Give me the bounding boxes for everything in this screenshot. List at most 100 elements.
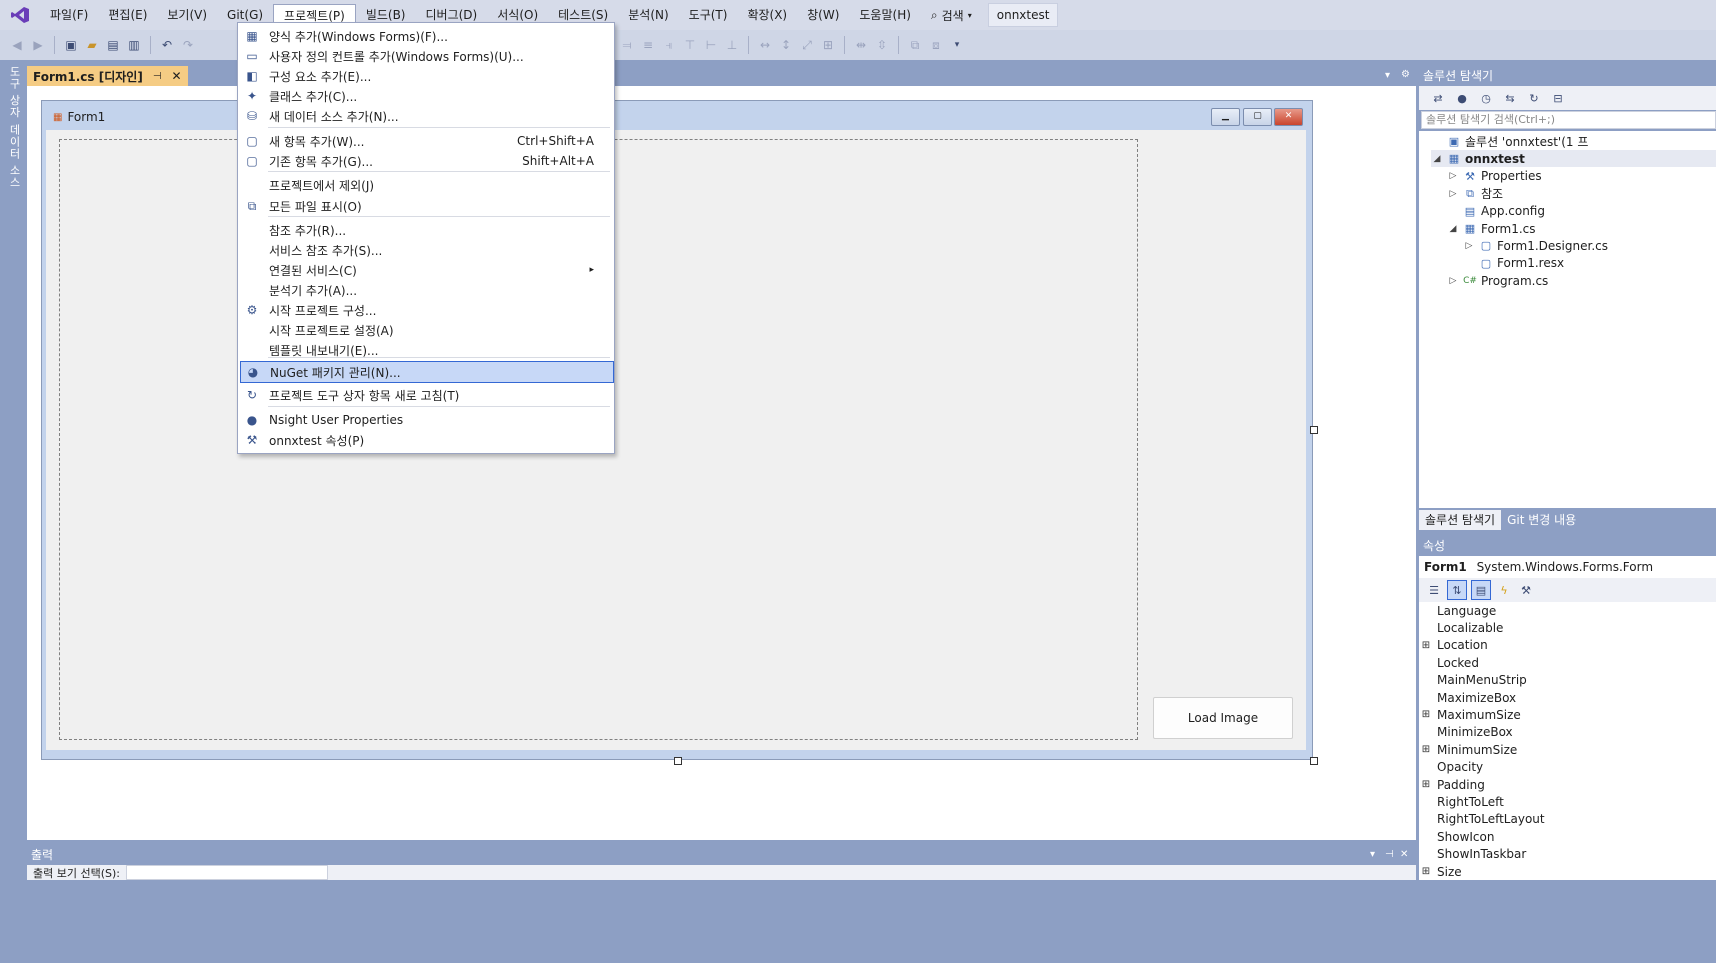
- menu-2[interactable]: 편집(E): [98, 4, 157, 26]
- new-project-icon[interactable]: ▣: [62, 36, 80, 54]
- property-pages-icon[interactable]: ⚒: [1517, 581, 1535, 599]
- open-folder-icon[interactable]: ▰: [83, 36, 101, 54]
- property-row[interactable]: Opacity: [1419, 759, 1716, 776]
- expander-icon[interactable]: ▷: [1447, 276, 1459, 286]
- align-top-icon[interactable]: ⊤: [681, 36, 699, 54]
- size-to-grid-icon[interactable]: ⊞: [819, 36, 837, 54]
- make-same-size-icon[interactable]: ⤢: [798, 36, 816, 54]
- expand-plus-icon[interactable]: ⊞: [1419, 744, 1433, 755]
- project-menu-item[interactable]: ⚙ 시작 프로젝트 구성...: [240, 300, 612, 320]
- back-icon[interactable]: ◀: [8, 36, 26, 54]
- gear-icon[interactable]: ⚙: [1401, 69, 1410, 80]
- horizontal-spacing-icon[interactable]: ⇹: [852, 36, 870, 54]
- project-menu-item[interactable]: ● Nsight User Properties: [240, 410, 612, 430]
- make-same-width-icon[interactable]: ↔: [756, 36, 774, 54]
- project-menu-item[interactable]: 참조 추가(R)...: [240, 220, 612, 240]
- property-row[interactable]: Language: [1419, 602, 1716, 619]
- property-row[interactable]: Locked: [1419, 654, 1716, 671]
- expand-plus-icon[interactable]: ⊞: [1419, 779, 1433, 790]
- align-right-icon[interactable]: ⫣: [660, 36, 678, 54]
- align-center-icon[interactable]: ≡: [639, 36, 657, 54]
- alphabetical-icon[interactable]: ⇅: [1447, 580, 1467, 600]
- tab-form1-designer[interactable]: Form1.cs [디자인] ⊣ ✕: [27, 66, 188, 86]
- expander-icon[interactable]: ▷: [1463, 241, 1475, 251]
- make-same-height-icon[interactable]: ↕: [777, 36, 795, 54]
- project-menu-item[interactable]: ◧ 구성 요소 추가(E)...: [240, 66, 612, 86]
- project-menu-item[interactable]: ▢ 기존 항목 추가(G)... Shift+Alt+A: [240, 151, 612, 171]
- solution-name-badge[interactable]: onnxtest: [987, 3, 1059, 27]
- project-menu-item[interactable]: ✦ 클래스 추가(C)...: [240, 86, 612, 106]
- sync-icon[interactable]: ⇆: [1501, 89, 1519, 107]
- project-menu-item[interactable]: ▦ 양식 추가(Windows Forms)(F)...: [240, 26, 612, 46]
- tree-node[interactable]: ▤ App.config: [1447, 203, 1545, 220]
- save-icon[interactable]: ▤: [104, 36, 122, 54]
- switch-views-icon[interactable]: ⇄: [1429, 89, 1447, 107]
- menu-10[interactable]: 분석(N): [618, 4, 678, 26]
- pin-icon[interactable]: ⊣: [153, 71, 162, 82]
- tree-node[interactable]: ◢ ▦ Form1.cs: [1447, 220, 1536, 237]
- property-row[interactable]: ⊞ MinimumSize: [1419, 741, 1716, 758]
- tree-node[interactable]: ▷ C# Program.cs: [1447, 272, 1549, 289]
- tree-node[interactable]: ▷ ⧉ 참조: [1447, 185, 1504, 202]
- menu-12[interactable]: 확장(X): [737, 4, 797, 26]
- search-box[interactable]: ⌕ 검색 ▾: [921, 4, 982, 26]
- property-row[interactable]: ShowIcon: [1419, 828, 1716, 845]
- tree-node[interactable]: ▣ 솔루션 'onnxtest'(1 프: [1431, 133, 1589, 150]
- resize-handle-corner[interactable]: [1310, 757, 1318, 765]
- refresh-icon[interactable]: ↻: [1525, 89, 1543, 107]
- menu-14[interactable]: 도움말(H): [849, 4, 921, 26]
- visual-studio-logo-icon[interactable]: [0, 0, 40, 30]
- property-row[interactable]: RightToLeftLayout: [1419, 811, 1716, 828]
- menu-1[interactable]: 파일(F): [40, 4, 98, 26]
- tree-node[interactable]: ▷ ⚒ Properties: [1447, 168, 1542, 185]
- project-menu-item[interactable]: 서비스 참조 추가(S)...: [240, 240, 612, 260]
- expand-plus-icon[interactable]: ⊞: [1419, 640, 1433, 651]
- expander-icon[interactable]: ▷: [1447, 189, 1459, 199]
- align-middle-icon[interactable]: ⊢: [702, 36, 720, 54]
- property-row[interactable]: ⊞ MaximumSize: [1419, 706, 1716, 723]
- property-row[interactable]: RightToLeft: [1419, 793, 1716, 810]
- align-left-icon[interactable]: ⫤: [618, 36, 636, 54]
- collapse-all-icon[interactable]: ⊟: [1549, 89, 1567, 107]
- close-icon[interactable]: ✕: [172, 69, 182, 83]
- tree-node[interactable]: ▷ ▢ Form1.Designer.cs: [1463, 237, 1608, 254]
- project-menu-item[interactable]: ⛁ 새 데이터 소스 추가(N)...: [240, 106, 612, 126]
- project-menu-item[interactable]: 프로젝트에서 제외(J): [240, 175, 612, 195]
- project-menu-item[interactable]: ⚒ onnxtest 속성(P): [240, 430, 612, 450]
- tree-node[interactable]: ▢ Form1.resx: [1463, 255, 1564, 272]
- form-title-bar[interactable]: ▦ Form1: [47, 104, 1307, 130]
- project-menu-item[interactable]: ▭ 사용자 정의 컨트롤 추가(Windows Forms)(U)...: [240, 46, 612, 66]
- tab-list-dropdown-icon[interactable]: ▾: [1385, 70, 1390, 81]
- redo-icon[interactable]: ↷: [179, 36, 197, 54]
- data-sources-tab[interactable]: 데이터 소스: [4, 124, 22, 189]
- expand-plus-icon[interactable]: ⊞: [1419, 866, 1433, 877]
- align-bottom-icon[interactable]: ⊥: [723, 36, 741, 54]
- pending-changes-icon[interactable]: ●: [1453, 89, 1471, 107]
- property-row[interactable]: ⊞ Padding: [1419, 776, 1716, 793]
- undo-icon[interactable]: ↶: [158, 36, 176, 54]
- tab-solution-explorer[interactable]: 솔루션 탐색기: [1419, 510, 1502, 530]
- resize-handle-bottom[interactable]: [674, 757, 682, 765]
- bring-to-front-icon[interactable]: ⧉: [906, 36, 924, 54]
- expander-icon[interactable]: ▷: [1447, 171, 1459, 181]
- expand-plus-icon[interactable]: ⊞: [1419, 709, 1433, 720]
- project-menu-item[interactable]: 템플릿 내보내기(E)...: [240, 340, 612, 360]
- project-menu-item[interactable]: ◕ NuGet 패키지 관리(N)...: [240, 361, 614, 383]
- forward-icon[interactable]: ▶: [29, 36, 47, 54]
- properties-object-selector[interactable]: Form1 System.Windows.Forms.Form: [1419, 556, 1716, 578]
- project-menu-item[interactable]: 분석기 추가(A)...: [240, 280, 612, 300]
- property-row[interactable]: MainMenuStrip: [1419, 672, 1716, 689]
- output-source-select[interactable]: [125, 865, 328, 880]
- vertical-spacing-icon[interactable]: ⇳: [873, 36, 891, 54]
- property-row[interactable]: ShowInTaskbar: [1419, 846, 1716, 863]
- save-all-icon[interactable]: ▥: [125, 36, 143, 54]
- expander-icon[interactable]: ◢: [1431, 154, 1443, 164]
- project-menu-item[interactable]: 시작 프로젝트로 설정(A): [240, 320, 612, 340]
- property-row[interactable]: MaximizeBox: [1419, 689, 1716, 706]
- toolbar-overflow-icon[interactable]: ▾: [948, 36, 966, 54]
- send-to-back-icon[interactable]: ⧈: [927, 36, 945, 54]
- tree-node[interactable]: ◢ ▦ onnxtest: [1431, 150, 1716, 168]
- menu-3[interactable]: 보기(V): [157, 4, 217, 26]
- project-menu-item[interactable]: ▢ 새 항목 추가(W)... Ctrl+Shift+A: [240, 131, 612, 151]
- property-row[interactable]: MinimizeBox: [1419, 724, 1716, 741]
